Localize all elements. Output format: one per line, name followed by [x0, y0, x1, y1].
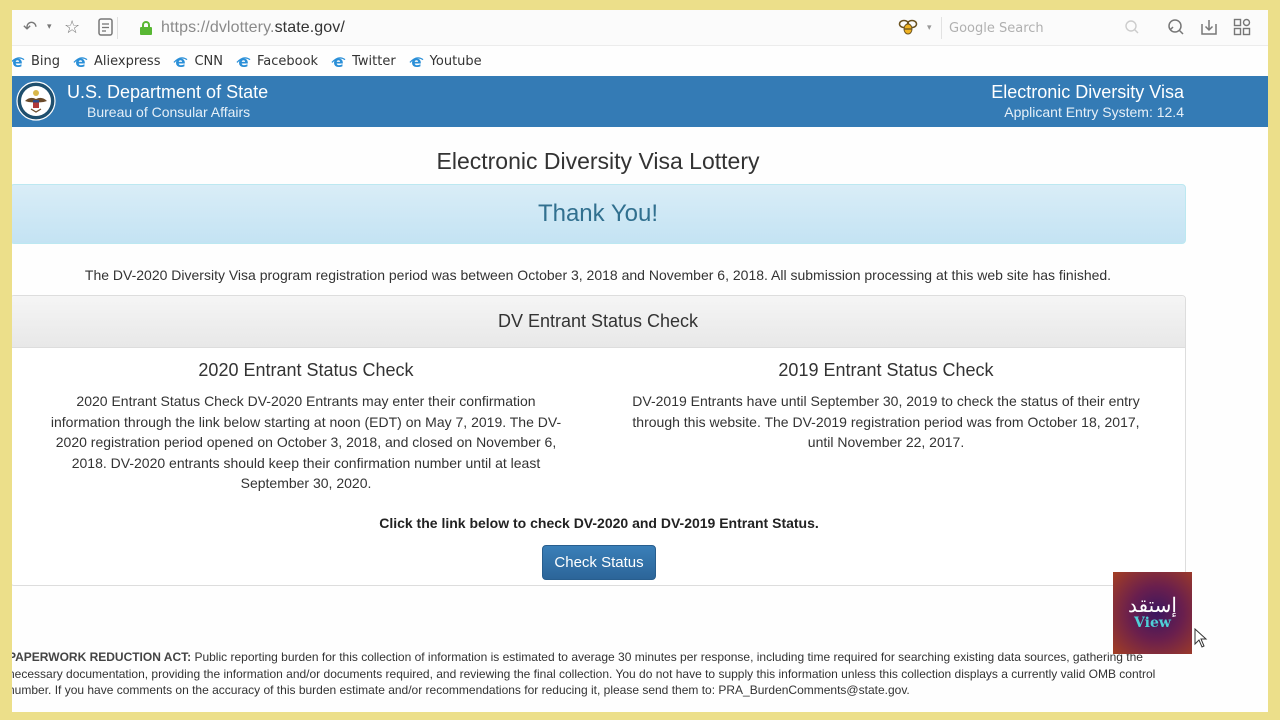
svg-text:e: e: [75, 54, 85, 69]
ie-icon: e: [12, 54, 25, 69]
bookmark-cnn[interactable]: e CNN: [173, 54, 223, 69]
bookmark-label: Twitter: [352, 53, 396, 69]
status-2019-text: DV-2019 Entrants have until September 30…: [632, 393, 1140, 450]
page-title: Electronic Diversity Visa Lottery: [436, 148, 760, 174]
bookmarks-bar: e Bing e Aliexpress e CNN e Facebook e T…: [12, 47, 1268, 75]
ie-icon: e: [73, 54, 88, 69]
reader-icon[interactable]: [98, 18, 114, 39]
status-2020-column: 2020 Entrant Status Check 2020 Entrant S…: [41, 360, 571, 494]
status-panel-heading: DV Entrant Status Check: [497, 311, 699, 331]
thank-you-text: Thank You!: [537, 200, 659, 227]
extension-dropdown-icon[interactable]: ▾: [927, 23, 932, 32]
status-2020-title: 2020 Entrant Status Check: [198, 360, 414, 380]
thank-you-banner: Thank You!: [12, 184, 1186, 244]
status-check-panel: DV Entrant Status Check 2020 Entrant Sta…: [12, 295, 1186, 586]
svg-text:e: e: [411, 54, 421, 69]
undo-icon[interactable]: ↶: [23, 19, 37, 36]
registration-note: The DV-2020 Diversity Visa program regis…: [84, 267, 1112, 283]
browser-toolbar: ↶ ▾ ☆ https://dvlottery.state.gov/ ▾: [12, 10, 1268, 46]
click-instruction: Click the link below to check DV-2020 an…: [379, 515, 819, 531]
paperwork-label: PAPERWORK REDUCTION ACT:: [12, 650, 192, 664]
url-scheme: https://dvlottery.: [161, 19, 275, 36]
state-department-seal-icon[interactable]: [16, 81, 56, 121]
download-icon[interactable]: [1200, 18, 1218, 39]
url-host: state.gov/: [274, 19, 345, 36]
bookmark-bing[interactable]: e Bing: [12, 54, 60, 69]
bookmark-label: Bing: [31, 53, 61, 69]
bookmark-label: Youtube: [429, 53, 482, 69]
bookmark-star-icon[interactable]: ☆: [64, 18, 80, 36]
mouse-cursor-icon: [1194, 628, 1208, 648]
search-icon[interactable]: [1124, 19, 1140, 38]
bookmark-label: Aliexpress: [94, 53, 161, 69]
search-separator: [941, 17, 942, 39]
bookmark-aliexpress[interactable]: e Aliexpress: [73, 54, 160, 69]
system-title: Electronic Diversity Visa: [991, 82, 1184, 102]
bureau-name: Bureau of Consular Affairs: [87, 104, 251, 120]
browser-window: ↶ ▾ ☆ https://dvlottery.state.gov/ ▾ e: [12, 10, 1268, 712]
history-icon[interactable]: [1167, 18, 1185, 39]
bee-extension-icon[interactable]: [898, 18, 918, 36]
svg-text:e: e: [238, 54, 248, 69]
svg-text:e: e: [176, 54, 186, 69]
channel-watermark-logo: إستقد View: [1113, 572, 1192, 654]
watermark-latin-text: View: [1134, 615, 1171, 631]
ie-icon: e: [236, 54, 251, 69]
bookmark-twitter[interactable]: e Twitter: [331, 54, 396, 69]
bookmark-label: Facebook: [257, 53, 319, 69]
paperwork-reduction-notice: PAPERWORK REDUCTION ACT: Public reportin…: [12, 649, 1198, 699]
site-header: U.S. Department of State Bureau of Consu…: [12, 76, 1268, 127]
svg-text:e: e: [334, 54, 344, 69]
secure-lock-icon[interactable]: [140, 21, 152, 35]
status-2020-text: 2020 Entrant Status Check DV-2020 Entran…: [50, 393, 562, 491]
status-2019-title: 2019 Entrant Status Check: [778, 360, 994, 380]
system-version: Applicant Entry System: 12.4: [1004, 104, 1184, 120]
status-2019-column: 2019 Entrant Status Check DV-2019 Entran…: [621, 360, 1151, 453]
ie-icon: e: [173, 54, 188, 69]
ie-icon: e: [409, 54, 424, 69]
watermark-arabic-text: إستقد: [1128, 593, 1177, 617]
status-panel-header: DV Entrant Status Check: [12, 296, 1185, 348]
undo-dropdown-icon[interactable]: ▾: [47, 22, 52, 31]
svg-text:e: e: [12, 54, 22, 69]
apps-grid-icon[interactable]: [1233, 18, 1251, 39]
check-status-button[interactable]: Check Status: [542, 545, 656, 580]
bookmark-facebook[interactable]: e Facebook: [236, 54, 318, 69]
department-name: U.S. Department of State: [67, 82, 269, 102]
address-bar[interactable]: https://dvlottery.state.gov/: [161, 19, 345, 37]
address-separator: [117, 17, 118, 39]
ie-icon: e: [331, 54, 346, 69]
bookmark-youtube[interactable]: e Youtube: [409, 54, 482, 69]
search-input[interactable]: [949, 17, 1139, 39]
bookmark-label: CNN: [194, 53, 223, 69]
